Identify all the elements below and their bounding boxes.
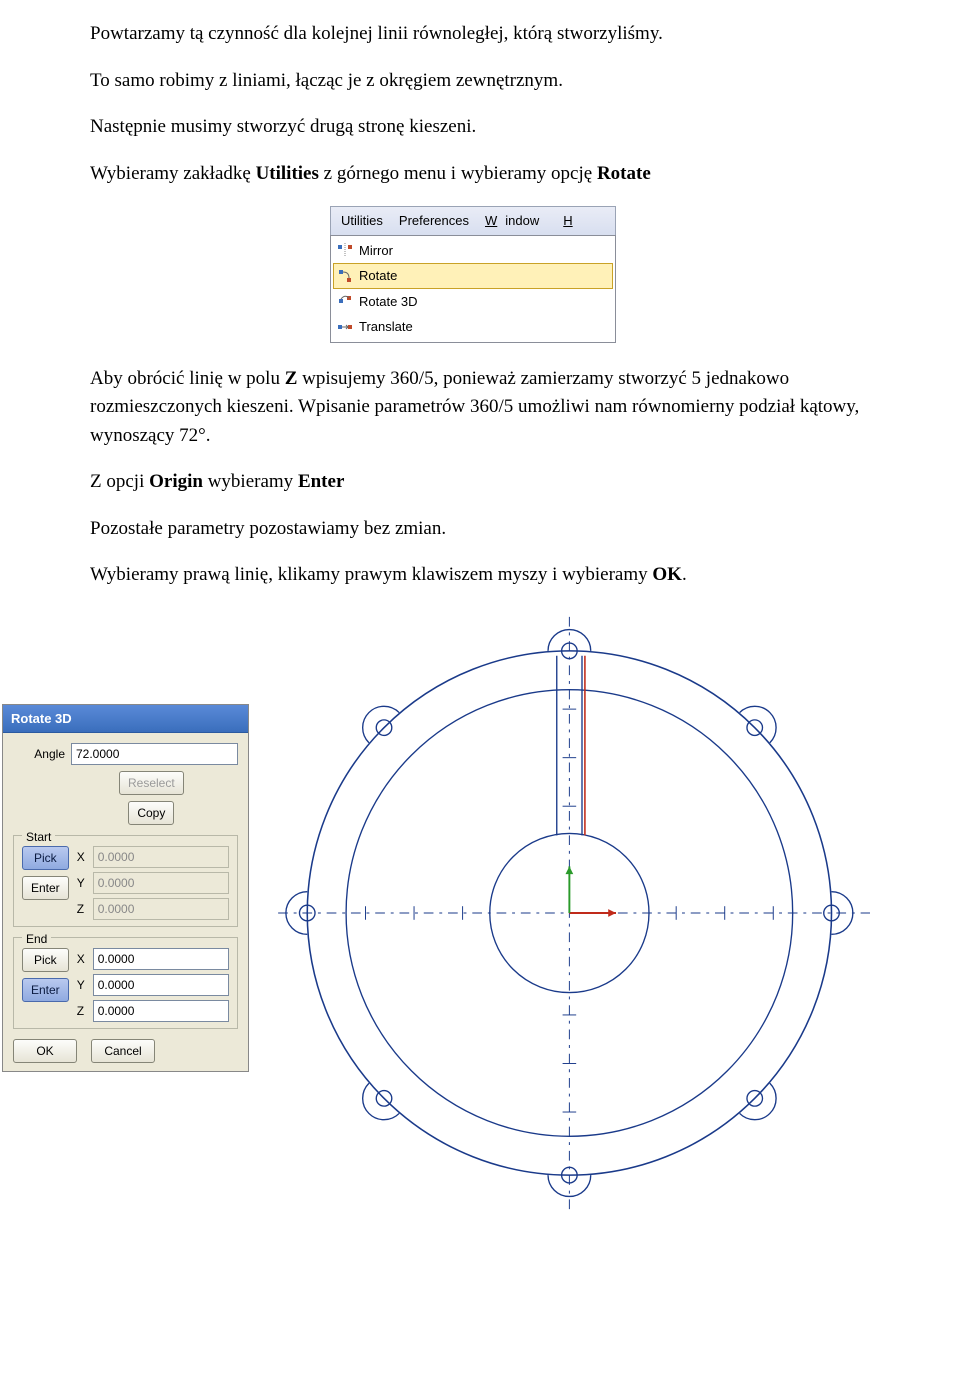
end-label: End (22, 930, 51, 948)
reselect-button: Reselect (119, 771, 184, 795)
start-x-field: 0.0000 (93, 846, 229, 868)
menu-h[interactable]: H (555, 209, 576, 233)
start-enter-button[interactable]: Enter (22, 876, 69, 900)
dialog-title: Rotate 3D (3, 705, 248, 734)
utilities-menu-screenshot: Utilities Preferences Window H Mirror Ro… (330, 206, 616, 343)
paragraph-2: To samo robimy z liniami, łącząc je z ok… (90, 67, 870, 96)
end-y-field[interactable]: 0.0000 (93, 974, 229, 996)
paragraph-8: Wybieramy prawą linię, klikamy prawym kl… (90, 561, 870, 590)
menu-preferences[interactable]: Preferences (391, 209, 477, 233)
paragraph-5: Aby obrócić linię w polu Z wpisujemy 360… (90, 365, 870, 451)
menu-item-rotate3d[interactable]: Rotate 3D (333, 289, 613, 315)
menu-item-label: Rotate 3D (359, 292, 609, 312)
cancel-button[interactable]: Cancel (91, 1039, 155, 1063)
end-x-field[interactable]: 0.0000 (93, 948, 229, 970)
menu-item-mirror[interactable]: Mirror (333, 238, 613, 264)
paragraph-1: Powtarzamy tą czynność dla kolejnej lini… (90, 20, 870, 49)
menu-item-rotate[interactable]: Rotate (333, 263, 613, 289)
copy-button[interactable]: Copy (128, 801, 174, 825)
menu-bar: Utilities Preferences Window H (330, 206, 616, 235)
menu-dropdown: Mirror Rotate Rotate 3D Translate (330, 235, 616, 343)
menu-item-translate[interactable]: Translate (333, 314, 613, 340)
flange-diagram (249, 608, 870, 1218)
paragraph-7: Pozostałe parametry pozostawiamy bez zmi… (90, 515, 870, 544)
angle-field[interactable]: 72.0000 (71, 743, 238, 765)
mirror-icon (337, 242, 353, 258)
rotate3d-dialog: Rotate 3D Angle 72.0000 Reselect Copy St… (2, 704, 249, 1073)
start-fieldset: Start Pick Enter X0.0000 Y0.0000 Z0.0000 (13, 835, 238, 927)
menu-utilities[interactable]: Utilities (333, 209, 391, 233)
end-z-field[interactable]: 0.0000 (93, 1000, 229, 1022)
end-fieldset: End Pick Enter X0.0000 Y0.0000 Z0.0000 (13, 937, 238, 1029)
start-y-field: 0.0000 (93, 872, 229, 894)
ok-button[interactable]: OK (13, 1039, 77, 1063)
start-z-field: 0.0000 (93, 898, 229, 920)
menu-item-label: Rotate (359, 266, 609, 286)
angle-label: Angle (13, 745, 71, 763)
menu-item-label: Translate (359, 317, 609, 337)
paragraph-3: Następnie musimy stworzyć drugą stronę k… (90, 113, 870, 142)
rotate3d-icon (337, 293, 353, 309)
start-pick-button[interactable]: Pick (22, 846, 69, 870)
start-label: Start (22, 828, 55, 846)
translate-icon (337, 319, 353, 335)
menu-window[interactable]: Window (477, 209, 555, 233)
menu-item-label: Mirror (359, 241, 609, 261)
end-pick-button[interactable]: Pick (22, 948, 69, 972)
paragraph-6: Z opcji Origin wybieramy Enter (90, 468, 870, 497)
rotate-icon (337, 268, 353, 284)
paragraph-4: Wybieramy zakładkę Utilities z górnego m… (90, 160, 870, 189)
end-enter-button[interactable]: Enter (22, 978, 69, 1002)
